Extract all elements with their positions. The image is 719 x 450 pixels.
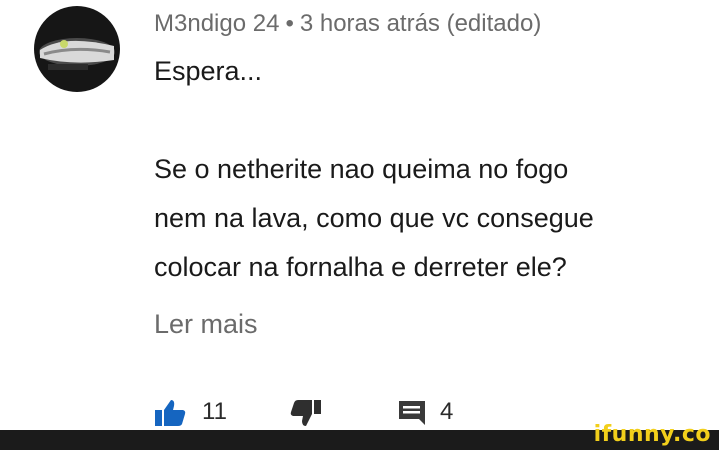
reply-count: 4 (440, 398, 454, 425)
meta-separator: • (285, 10, 294, 37)
like-count: 11 (202, 398, 227, 425)
thumbs-up-icon[interactable] (154, 399, 186, 432)
comment-text-line: Se o netherite nao queima no fogo (154, 154, 569, 184)
comment-text-line: nem na lava, como que vc consegue (154, 203, 594, 233)
thumbs-down-icon[interactable] (290, 399, 322, 432)
comment-icon[interactable] (397, 399, 427, 432)
comment-header: M3ndigo 24 • 3 horas atrás (editado) (154, 8, 541, 40)
comment-text-line: colocar na fornalha e derreter ele? (154, 252, 567, 282)
avatar-image (34, 6, 120, 92)
comment-actions: 11 4 (154, 395, 474, 429)
author-name[interactable]: M3ndigo 24 (154, 10, 279, 37)
watermark-logo: ifunny.co (593, 422, 711, 447)
comment-text-line: Espera... (154, 56, 263, 86)
timestamp: 3 horas atrás (editado) (299, 10, 542, 37)
read-more-link[interactable]: Ler mais (154, 305, 258, 343)
avatar[interactable] (34, 6, 120, 92)
